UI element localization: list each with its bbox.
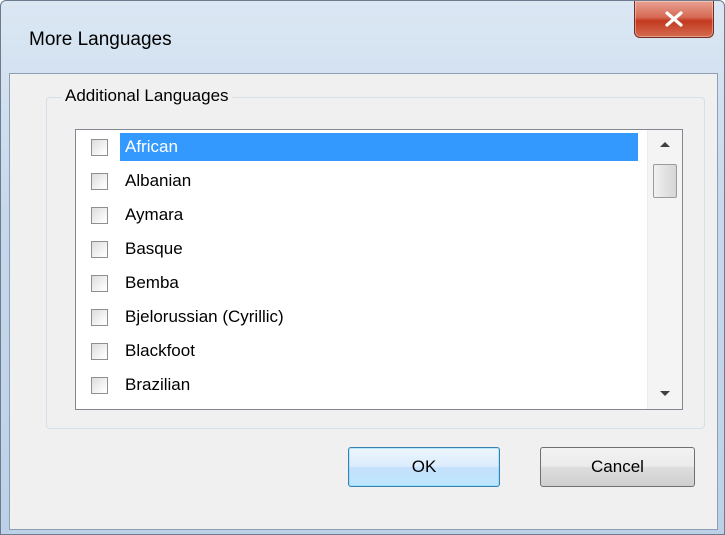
language-checkbox[interactable]	[91, 173, 108, 190]
language-checkbox[interactable]	[91, 343, 108, 360]
language-checkbox[interactable]	[91, 275, 108, 292]
language-list-item[interactable]: African	[76, 130, 642, 164]
language-checkbox[interactable]	[91, 309, 108, 326]
language-list-item[interactable]: Albanian	[76, 164, 642, 198]
close-button[interactable]	[634, 1, 714, 38]
language-checkbox[interactable]	[91, 241, 108, 258]
language-list-item[interactable]: Bemba	[76, 266, 642, 300]
language-list-item[interactable]: Basque	[76, 232, 642, 266]
vertical-scrollbar[interactable]	[647, 130, 682, 409]
languages-listbox[interactable]: African Albanian Aymara Basque Bemba Bjelorus…	[75, 129, 683, 410]
close-icon	[665, 11, 683, 27]
language-label: Albanian	[125, 171, 192, 190]
scroll-down-button[interactable]	[648, 379, 682, 409]
more-languages-dialog: More Languages Additional Languages Afri…	[0, 0, 725, 535]
language-list-item[interactable]: Bjelorussian (Cyrillic)	[76, 300, 642, 334]
language-label: African	[120, 133, 638, 161]
language-checkbox[interactable]	[91, 377, 108, 394]
languages-list: African Albanian Aymara Basque Bemba Bjelorus…	[76, 130, 642, 409]
title-bar[interactable]: More Languages	[1, 1, 724, 73]
language-list-item[interactable]: Aymara	[76, 198, 642, 232]
language-label: Bemba	[125, 273, 179, 292]
cancel-button[interactable]: Cancel	[540, 447, 695, 487]
dialog-body: Additional Languages African Albanian Ayma…	[9, 73, 718, 530]
language-list-item[interactable]: Blackfoot	[76, 334, 642, 368]
language-list-item-partial[interactable]	[76, 402, 642, 409]
language-label: Basque	[125, 239, 183, 258]
language-label: Aymara	[125, 205, 184, 224]
language-list-item[interactable]: Brazilian	[76, 368, 642, 402]
scroll-up-button[interactable]	[648, 130, 682, 160]
language-label: Bjelorussian (Cyrillic)	[125, 307, 284, 326]
language-label: Brazilian	[125, 375, 191, 394]
language-checkbox[interactable]	[91, 139, 108, 156]
language-checkbox[interactable]	[91, 207, 108, 224]
ok-button[interactable]: OK	[348, 447, 500, 487]
group-label: Additional Languages	[62, 86, 232, 106]
scroll-thumb[interactable]	[653, 164, 677, 198]
scroll-down-arrow-icon	[660, 391, 670, 396]
scroll-up-arrow-icon	[660, 142, 670, 147]
dialog-title: More Languages	[29, 29, 172, 50]
language-label: Blackfoot	[125, 341, 195, 360]
